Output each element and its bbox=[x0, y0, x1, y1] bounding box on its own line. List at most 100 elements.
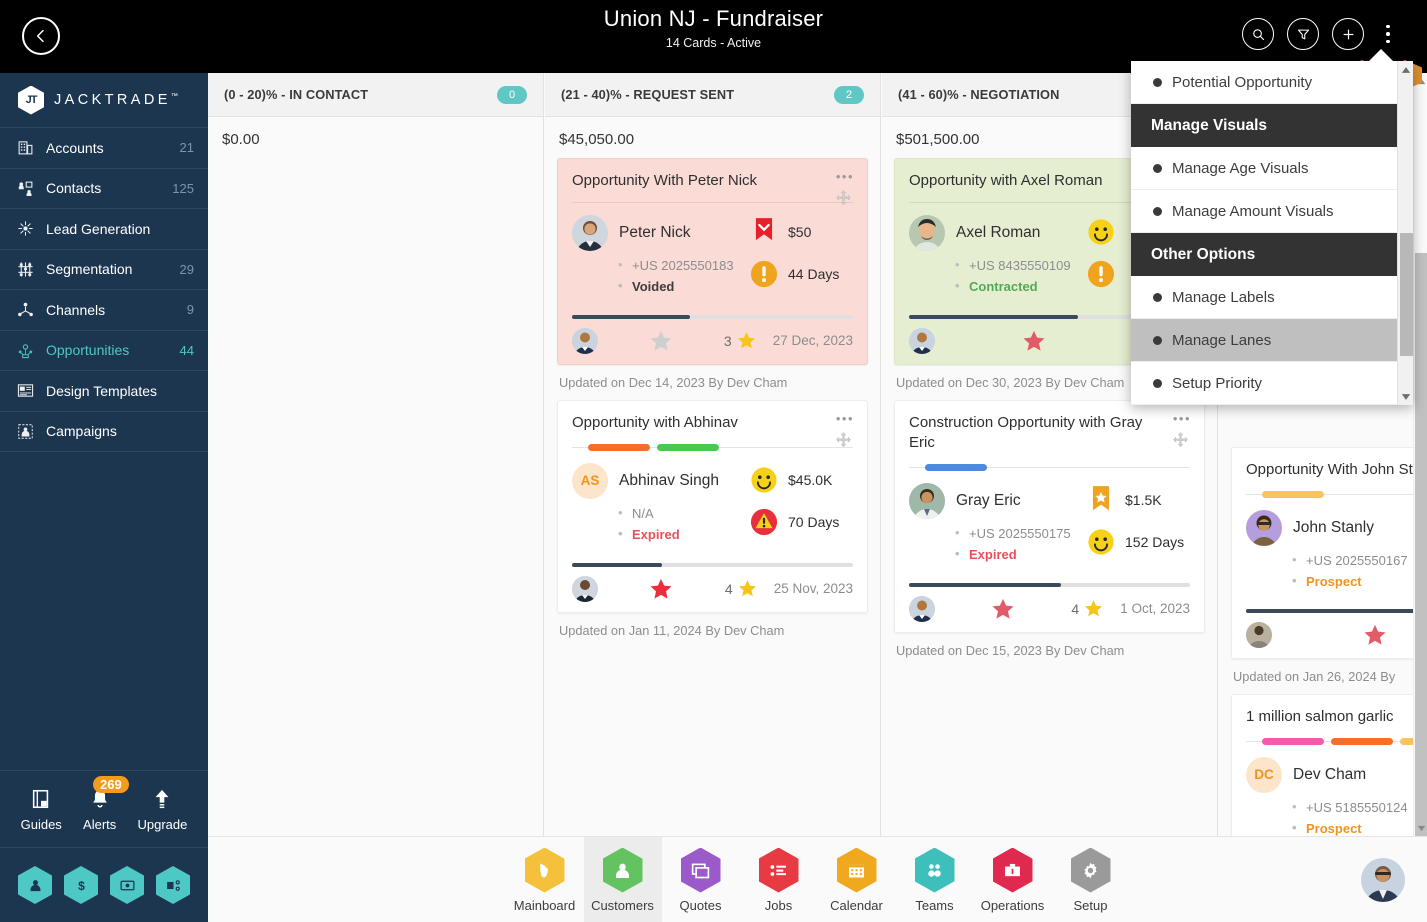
card-label[interactable] bbox=[1262, 490, 1324, 498]
opportunity-card[interactable]: ••• Opportunity with Abhinav AS Abhinav … bbox=[557, 399, 868, 613]
card-label[interactable] bbox=[657, 443, 719, 451]
sidebar-tools: Guides 269 Alerts Upgrade bbox=[0, 770, 208, 848]
card-drag-handle-icon[interactable] bbox=[834, 189, 853, 213]
user-avatar[interactable] bbox=[1361, 858, 1405, 902]
sidebar-item-accounts[interactable]: Accounts 21 bbox=[0, 128, 208, 169]
star-icon bbox=[737, 332, 755, 349]
sidebar-item-count: 9 bbox=[186, 302, 194, 318]
upgrade-button[interactable]: Upgrade bbox=[137, 787, 187, 832]
opportunity-card[interactable]: ••• Opportunity With Peter Nick Peter Ni… bbox=[557, 158, 868, 365]
bullet-icon bbox=[1153, 292, 1162, 302]
building-icon bbox=[14, 138, 36, 158]
card-title: Opportunity with Abhinav bbox=[572, 413, 738, 431]
bottom-nav-label: Quotes bbox=[679, 897, 722, 913]
dropdown-section-label: Other Options bbox=[1151, 245, 1256, 263]
scroll-down-arrow-icon[interactable] bbox=[1398, 388, 1413, 405]
bottom-nav-mainboard[interactable]: Mainboard bbox=[506, 837, 584, 922]
kebab-menu-icon[interactable] bbox=[1377, 18, 1399, 50]
page-subtitle: 14 Cards - Active bbox=[665, 36, 762, 50]
card-contact-name: Peter Nick bbox=[619, 223, 691, 241]
sidebar-item-opportunities[interactable]: Opportunities 44 bbox=[0, 331, 208, 371]
search-button[interactable] bbox=[1242, 18, 1274, 50]
card-options-icon[interactable]: ••• bbox=[836, 411, 854, 426]
card-stats: $50 44 Days bbox=[749, 215, 853, 301]
search-icon bbox=[1252, 28, 1264, 40]
dropdown-item-manage-amount-visuals[interactable]: Manage Amount Visuals bbox=[1131, 190, 1397, 233]
dropdown-item-setup-priority[interactable]: Setup Priority bbox=[1131, 362, 1397, 405]
card-status: Prospect bbox=[1292, 820, 1423, 836]
workflow-hex-button[interactable] bbox=[156, 866, 190, 904]
payment-hex-button[interactable] bbox=[110, 866, 144, 904]
card-contact-block: AS Abhinav Singh N/A Expired bbox=[572, 462, 749, 548]
brand-logo[interactable]: JT JACKTRADE™ bbox=[0, 73, 208, 128]
sidebar-item-segmentation[interactable]: Segmentation 29 bbox=[0, 250, 208, 290]
dropdown-list: Potential Opportunity Manage Visuals Man… bbox=[1131, 61, 1397, 405]
bottom-nav-teams[interactable]: Teams bbox=[896, 837, 974, 922]
dropdown-item-manage-age-visuals[interactable]: Manage Age Visuals bbox=[1131, 147, 1397, 190]
dropdown-scroll-thumb[interactable] bbox=[1400, 233, 1413, 356]
sidebar-item-channels[interactable]: Channels 9 bbox=[0, 290, 208, 331]
card-updated-info: Updated on Dec 14, 2023 By Dev Cham bbox=[559, 374, 788, 390]
card-labels bbox=[1246, 737, 1427, 745]
dollar-hex-button[interactable]: $ bbox=[64, 866, 98, 904]
bullet-icon bbox=[1153, 77, 1162, 87]
bottom-nav-quotes[interactable]: Quotes bbox=[662, 837, 740, 922]
bottom-nav-calendar[interactable]: Calendar bbox=[818, 837, 896, 922]
card-label[interactable] bbox=[925, 463, 987, 471]
dropdown-item-label: Manage Lanes bbox=[1172, 331, 1272, 349]
alerts-button[interactable]: 269 Alerts bbox=[83, 775, 129, 832]
user-hex-button[interactable] bbox=[18, 866, 52, 904]
add-button[interactable] bbox=[1332, 18, 1364, 50]
sidebar-item-label: Accounts bbox=[46, 139, 104, 156]
lane-in-contact: (0 - 20)% - IN CONTACT 0 $0.00 bbox=[208, 73, 544, 836]
guides-button[interactable]: Guides bbox=[21, 787, 62, 832]
card-flag-icon[interactable] bbox=[598, 328, 724, 354]
dropdown-section-other-options: Other Options bbox=[1131, 233, 1397, 276]
customers-icon bbox=[602, 847, 643, 893]
card-flag-icon[interactable] bbox=[935, 596, 1071, 622]
filter-button[interactable] bbox=[1287, 18, 1319, 50]
sidebar-item-design-templates[interactable]: Design Templates bbox=[0, 371, 208, 412]
bottom-nav-operations[interactable]: Operations bbox=[974, 837, 1052, 922]
card-flag-icon[interactable] bbox=[1272, 622, 1427, 648]
card-flag-icon[interactable] bbox=[598, 576, 725, 602]
plus-icon bbox=[1343, 29, 1353, 39]
card-label[interactable] bbox=[1262, 737, 1324, 745]
card-owner-avatar bbox=[572, 327, 598, 354]
sidebar-item-campaigns[interactable]: Campaigns bbox=[0, 412, 208, 452]
sidebar-item-contacts[interactable]: Contacts 125 bbox=[0, 169, 208, 209]
jobs-icon bbox=[758, 847, 799, 893]
lane-title: (0 - 20)% - IN CONTACT bbox=[224, 87, 369, 102]
card-status: Prospect bbox=[1292, 573, 1423, 589]
bottom-nav-customers[interactable]: Customers bbox=[583, 837, 662, 922]
upgrade-label: Upgrade bbox=[137, 816, 188, 832]
dropdown-scrollbar[interactable] bbox=[1397, 61, 1413, 405]
payment-icon bbox=[119, 880, 135, 890]
card-age: 44 Days bbox=[788, 265, 840, 282]
dropdown-item-potential-opportunity[interactable]: Potential Opportunity bbox=[1131, 61, 1397, 104]
orange-warning-icon bbox=[1086, 259, 1116, 289]
scroll-up-arrow-icon[interactable] bbox=[1398, 61, 1413, 78]
bottom-nav-jobs[interactable]: Jobs bbox=[740, 837, 818, 922]
avatar: DC bbox=[1246, 756, 1282, 793]
opportunity-card[interactable]: Opportunity With John Stanly John Stanly bbox=[1231, 447, 1427, 659]
opportunity-card[interactable]: 1 million salmon garlic DC Dev Cham • +U… bbox=[1231, 693, 1427, 836]
dropdown-item-manage-labels[interactable]: Manage Labels bbox=[1131, 276, 1397, 319]
card-label[interactable] bbox=[588, 443, 650, 451]
sidebar-item-lead-generation[interactable]: Lead Generation bbox=[0, 209, 208, 250]
opportunity-card[interactable]: ••• Construction Opportunity with Gray E… bbox=[894, 399, 1205, 633]
card-amount: $50 bbox=[788, 223, 812, 240]
scroll-down-arrow-icon[interactable] bbox=[1414, 820, 1427, 836]
card-flag-icon[interactable] bbox=[935, 328, 1134, 354]
dropdown-item-manage-lanes[interactable]: Manage Lanes bbox=[1131, 319, 1397, 362]
board-scrollbar[interactable] bbox=[1413, 73, 1427, 843]
calendar-icon bbox=[836, 847, 877, 893]
bottom-nav-setup[interactable]: Setup bbox=[1052, 837, 1130, 922]
card-drag-handle-icon[interactable] bbox=[1171, 431, 1190, 455]
red-warning-icon bbox=[749, 507, 779, 537]
board-scroll-thumb[interactable] bbox=[1415, 253, 1427, 843]
yellow-smiley-icon bbox=[1086, 217, 1116, 247]
card-options-icon[interactable]: ••• bbox=[1173, 411, 1191, 426]
card-label[interactable] bbox=[1331, 737, 1393, 745]
card-options-icon[interactable]: ••• bbox=[836, 169, 854, 184]
